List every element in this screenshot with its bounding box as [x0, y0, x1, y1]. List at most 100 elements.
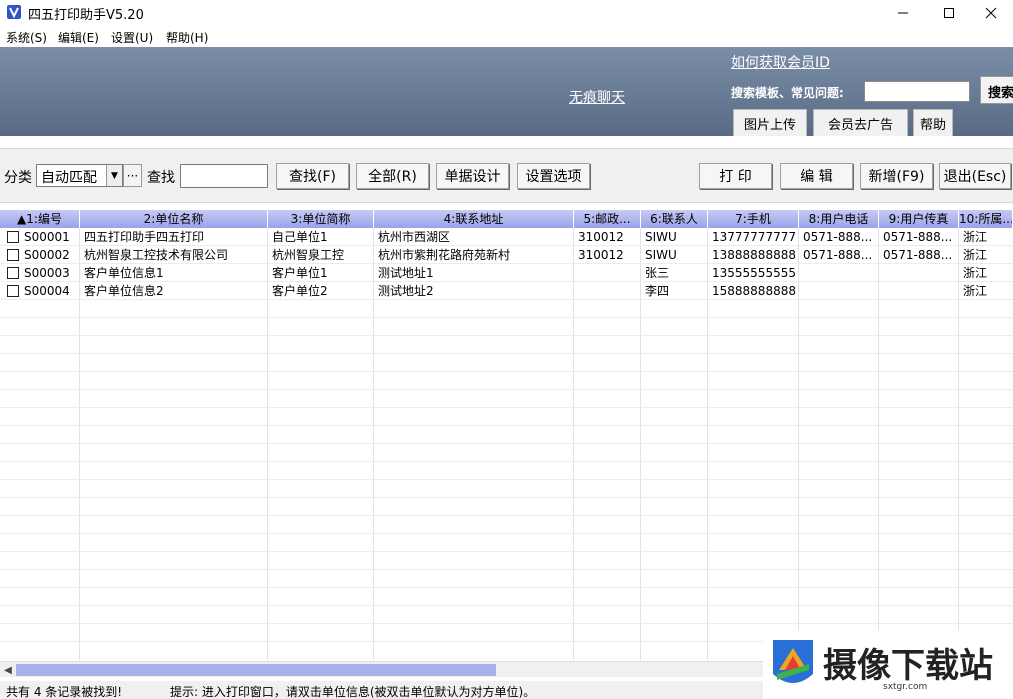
cell-name: 客户单位信息2 — [84, 284, 164, 298]
cell-mobile: 15888888888 — [712, 284, 796, 298]
row-checkbox[interactable] — [7, 231, 19, 243]
cell-id: S00003 — [24, 266, 70, 280]
search-input[interactable] — [864, 81, 970, 102]
row-checkbox[interactable] — [7, 285, 19, 297]
menu-edit[interactable]: 编辑(E) — [58, 29, 99, 46]
cell-short-name: 杭州智泉工控 — [272, 248, 345, 262]
cell-id: S00002 — [24, 248, 70, 262]
search-button[interactable]: 搜索 — [980, 76, 1013, 104]
edit-button[interactable]: 编 辑 — [780, 163, 853, 189]
table-row[interactable]: S00003 客户单位信息1 客户单位1 测试地址1 张三 13555555555 浙江 — [0, 264, 1013, 282]
scroll-left-icon[interactable]: ◀ — [0, 662, 16, 678]
cell-phone — [799, 282, 879, 300]
cell-postcode: 310012 — [578, 248, 624, 262]
grid-body: S00001 四五打印助手四五打印 自己单位1 杭州市西湖区 310012 SIWU 137… — [0, 228, 1013, 660]
cell-region: 浙江 — [963, 266, 988, 280]
column-header-address[interactable]: 4:联系地址 — [374, 210, 574, 228]
menu-system[interactable]: 系统(S) — [6, 29, 47, 46]
cell-fax — [879, 264, 959, 282]
table-row[interactable]: S00002 杭州智泉工控技术有限公司 杭州智泉工控 杭州市紫荆花路府苑新村 31001… — [0, 246, 1013, 264]
table-row[interactable]: S00004 客户单位信息2 客户单位2 测试地址2 李四 15888888888 浙江 — [0, 282, 1013, 300]
row-checkbox[interactable] — [7, 249, 19, 261]
maximize-icon — [944, 8, 954, 18]
table-row[interactable]: S00001 四五打印助手四五打印 自己单位1 杭州市西湖区 310012 SIWU 137… — [0, 228, 1013, 246]
column-header-phone[interactable]: 8:用户电话 — [799, 210, 879, 228]
record-count: 共有 4 条记录被找到! — [6, 685, 123, 699]
cell-id: S00004 — [24, 284, 70, 298]
grid-row-line — [0, 335, 1013, 336]
member-id-link[interactable]: 如何获取会员ID — [731, 52, 830, 72]
close-icon — [985, 7, 997, 19]
cell-contact: 张三 — [645, 266, 670, 280]
watermark: 摄像下载站 sxtgr.com — [763, 630, 1013, 699]
grid-row-line — [0, 461, 1013, 462]
tab-remove-ads[interactable]: 会员去广告 — [813, 109, 908, 136]
cell-mobile: 13777777777 — [712, 230, 796, 244]
cell-name: 客户单位信息1 — [84, 266, 164, 280]
cell-postcode: 310012 — [578, 230, 624, 244]
category-value: 自动匹配 — [41, 170, 97, 186]
column-header-contact[interactable]: 6:联系人 — [641, 210, 708, 228]
watermark-logo-icon — [773, 640, 813, 683]
column-header-short-name[interactable]: 3:单位简称 — [268, 210, 374, 228]
cell-address: 测试地址2 — [378, 284, 434, 298]
cell-address: 测试地址1 — [378, 266, 434, 280]
grid-row-line — [0, 623, 1013, 624]
column-header-name[interactable]: 2:单位名称 — [80, 210, 268, 228]
minimize-icon — [898, 12, 908, 14]
toolbar: 分类 自动匹配 ▼ ··· 查找 查找(F) 全部(R) 单据设计 设置选项 打… — [0, 148, 1013, 203]
cell-region: 浙江 — [963, 248, 988, 262]
column-header-region[interactable]: 10:所属... — [959, 210, 1013, 228]
chat-link[interactable]: 无痕聊天 — [569, 87, 625, 107]
cell-phone — [799, 264, 879, 282]
exit-button[interactable]: 退出(Esc) — [939, 163, 1011, 189]
window-title: 四五打印助手V5.20 — [28, 8, 144, 23]
cell-contact: 李四 — [645, 284, 670, 298]
chevron-down-icon[interactable]: ▼ — [106, 165, 122, 186]
column-header-fax[interactable]: 9:用户传真 — [879, 210, 959, 228]
cell-address: 杭州市西湖区 — [378, 230, 451, 244]
column-header-postcode[interactable]: 5:邮政... — [574, 210, 641, 228]
find-input[interactable] — [180, 164, 268, 188]
menu-settings[interactable]: 设置(U) — [111, 29, 153, 46]
options-button[interactable]: 设置选项 — [517, 163, 590, 189]
grid-row-line — [0, 425, 1013, 426]
cell-phone: 0571-888... — [803, 248, 873, 262]
row-checkbox[interactable] — [7, 267, 19, 279]
status-bar: 共有 4 条记录被找到! 提示: 进入打印窗口，请双击单位信息(被双击单位默认为… — [0, 681, 763, 699]
category-more-button[interactable]: ··· — [123, 164, 142, 187]
form-design-button[interactable]: 单据设计 — [436, 163, 509, 189]
tab-help[interactable]: 帮助 — [913, 109, 953, 136]
grid-row-line — [0, 497, 1013, 498]
add-button[interactable]: 新增(F9) — [860, 163, 933, 189]
print-button[interactable]: 打 印 — [699, 163, 772, 189]
app-icon — [7, 5, 21, 19]
cell-short-name: 客户单位2 — [272, 284, 328, 298]
cell-region: 浙江 — [963, 230, 988, 244]
column-header-mobile[interactable]: 7:手机 — [708, 210, 799, 228]
tab-image-upload[interactable]: 图片上传 — [733, 109, 807, 136]
grid-row-line — [0, 371, 1013, 372]
scroll-thumb[interactable] — [16, 664, 496, 676]
horizontal-scrollbar[interactable]: ◀ — [0, 661, 763, 677]
show-all-button[interactable]: 全部(R) — [356, 163, 429, 189]
maximize-button[interactable] — [926, 0, 972, 26]
status-hint: 提示: 进入打印窗口，请双击单位信息(被双击单位默认为对方单位)。 — [170, 685, 536, 699]
grid-row-line — [0, 479, 1013, 480]
grid-row-line — [0, 569, 1013, 570]
banner: 无痕聊天 如何获取会员ID 搜索模板、常见问题: 搜索 图片上传 会员去广告 帮… — [0, 47, 1013, 136]
category-select[interactable]: 自动匹配 ▼ — [36, 164, 123, 187]
find-button[interactable]: 查找(F) — [276, 163, 349, 189]
cell-phone: 0571-888... — [803, 230, 873, 244]
grid-row-line — [0, 605, 1013, 606]
cell-fax — [879, 282, 959, 300]
watermark-url: sxtgr.com — [883, 682, 928, 692]
column-header-id[interactable]: ▲1:编号 — [0, 210, 80, 228]
grid-row-line — [0, 317, 1013, 318]
close-button[interactable] — [968, 0, 1013, 26]
menu-help[interactable]: 帮助(H) — [166, 29, 208, 46]
cell-contact: SIWU — [645, 248, 677, 262]
minimize-button[interactable] — [880, 0, 926, 26]
records-grid[interactable]: ▲1:编号 2:单位名称 3:单位简称 4:联系地址 5:邮政... 6:联系人… — [0, 210, 1013, 660]
grid-row-line — [0, 353, 1013, 354]
